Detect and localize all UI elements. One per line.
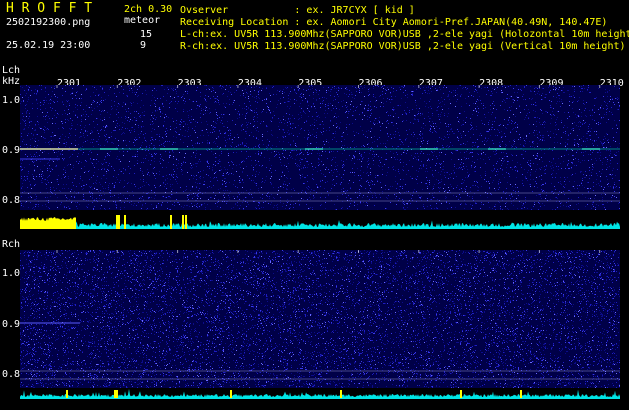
lch-spectrogram-svg (20, 85, 620, 229)
lch-spectrogram (20, 85, 620, 230)
rch-info: R-ch:ex. UV5R 113.900Mhz(SAPPORO VOR)USB… (180, 41, 626, 52)
rch-count: 9 (140, 40, 147, 51)
datetime-label: 25.02.19 23:00 (6, 40, 91, 51)
lch-unit: kHz (2, 76, 21, 87)
rch-label: Rch (2, 239, 21, 250)
observer-info: Ovserver : ex. JR7CYX [ kid ] (180, 5, 415, 16)
lch-tick-0-8: 0.8 (2, 195, 21, 206)
rch-spectrogram-svg (20, 250, 620, 399)
lch-tick-1-0: 1.0 (2, 95, 21, 106)
rch-tick-0-8: 0.8 (2, 369, 21, 380)
mode-label: meteor (124, 15, 161, 26)
rch-tick-0-9: 0.9 (2, 319, 21, 330)
lch-tick-0-9: 0.9 (2, 145, 21, 156)
rch-tick-1-0: 1.0 (2, 268, 21, 279)
lch-label: Lch (2, 65, 21, 76)
lch-count: 15 (140, 29, 153, 40)
rch-spectrogram (20, 250, 620, 400)
version-label: 2ch 0.30 (124, 4, 173, 15)
location-info: Receiving Location : ex. Aomori City Aom… (180, 17, 608, 28)
app-brand: H R O F F T (6, 1, 93, 16)
lch-info: L-ch:ex. UV5R 113.900Mhz(SAPPORO VOR)USB… (180, 29, 629, 40)
filename-label: 2502192300.png (6, 17, 91, 28)
